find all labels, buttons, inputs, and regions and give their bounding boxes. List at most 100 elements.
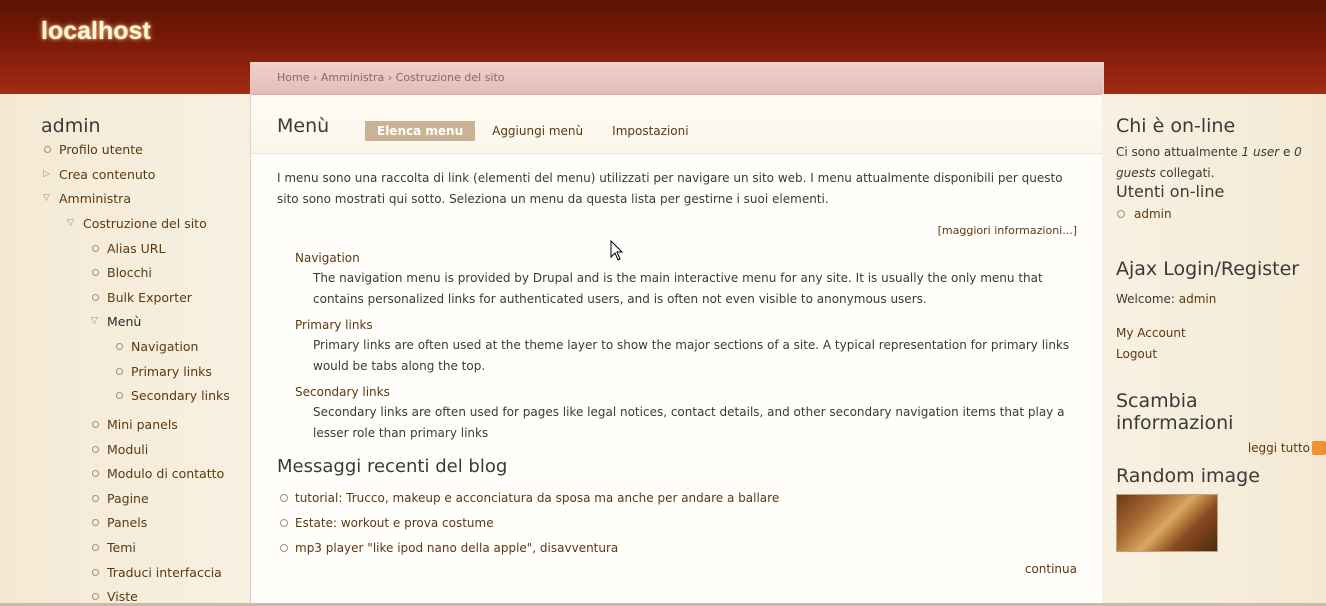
- blog-item: Estate: workout e prova costume: [277, 511, 779, 536]
- syndicate-block: Scambia informazioni leggi tutto: [1116, 390, 1326, 456]
- bullet-icon: [280, 494, 288, 502]
- welcome-user-link[interactable]: admin: [1179, 292, 1217, 306]
- page-title: Menù: [277, 115, 330, 137]
- online-text-mid: e: [1279, 145, 1295, 159]
- online-users-count: 1 user: [1241, 145, 1280, 159]
- sidebar-item-label[interactable]: Alias URL: [107, 241, 165, 256]
- leaf-bullet-icon: [116, 392, 123, 399]
- sidebar-item-label[interactable]: Moduli: [107, 442, 148, 457]
- leaf-bullet-icon: [92, 519, 99, 526]
- menu-description: The navigation menu is provided by Drupa…: [313, 271, 1043, 306]
- random-image-thumbnail[interactable]: [1116, 494, 1218, 552]
- leaf-bullet-icon: [92, 544, 99, 551]
- menu-description: Primary links are often used at the them…: [313, 338, 1070, 373]
- more-info-link[interactable]: [maggiori informazioni...]: [938, 224, 1077, 237]
- online-users-title: Utenti on-line: [1116, 182, 1225, 201]
- page-tabs: Elenca menu Aggiungi menù Impostazioni: [365, 121, 706, 141]
- leaf-bullet-icon: [92, 446, 99, 453]
- online-text: Ci sono attualmente 1 user e 0 guests co…: [1116, 142, 1311, 184]
- breadcrumb-costruzione[interactable]: Costruzione del sito: [396, 71, 505, 84]
- blog-heading: Messaggi recenti del blog: [277, 456, 508, 477]
- menu-item: Primary links Primary links are often us…: [295, 315, 1080, 377]
- bullet-icon: [280, 519, 288, 527]
- blog-link[interactable]: mp3 player "like ipod nano della apple",…: [295, 541, 618, 555]
- menu-link-navigation[interactable]: Navigation: [295, 248, 1080, 268]
- sidebar-item-label[interactable]: Secondary links: [131, 388, 230, 403]
- sidebar-item-label[interactable]: Navigation: [131, 339, 198, 354]
- sidebar-item-label[interactable]: Profilo utente: [59, 142, 143, 157]
- main-content: Home › Amministra › Costruzione del sito…: [250, 62, 1104, 606]
- blog-item: mp3 player "like ipod nano della apple",…: [277, 536, 779, 561]
- sidebar-item-label[interactable]: Bulk Exporter: [107, 290, 192, 305]
- ajax-login-block: Ajax Login/Register Welcome: admin My Ac…: [1116, 258, 1299, 365]
- sidebar-item[interactable]: Pagine: [92, 491, 149, 506]
- sidebar-item[interactable]: ▽ Costruzione del sito: [67, 216, 207, 231]
- sidebar-item-label[interactable]: Primary links: [131, 364, 212, 379]
- ajax-login-title: Ajax Login/Register: [1116, 258, 1300, 280]
- leaf-bullet-icon: [92, 269, 99, 276]
- sidebar-item-label[interactable]: Temi: [107, 540, 136, 555]
- sidebar-item[interactable]: Moduli: [92, 442, 148, 457]
- online-text-suffix: collegati.: [1155, 166, 1215, 180]
- leaf-bullet-icon: [116, 368, 123, 375]
- sidebar-item-label[interactable]: Pagine: [107, 491, 149, 506]
- sidebar-item-label[interactable]: Amministra: [59, 191, 131, 206]
- sidebar-item-label[interactable]: Mini panels: [107, 417, 178, 432]
- sidebar-item[interactable]: Profilo utente: [44, 142, 143, 157]
- sidebar-item[interactable]: Secondary links: [116, 388, 230, 403]
- blog-list: tutorial: Trucco, makeup e acconciatura …: [277, 486, 779, 561]
- sidebar-item-label[interactable]: Modulo di contatto: [107, 466, 224, 481]
- blog-item: tutorial: Trucco, makeup e acconciatura …: [277, 486, 779, 511]
- menu-list: Navigation The navigation menu is provid…: [295, 248, 1080, 449]
- sidebar-item[interactable]: Traduci interfaccia: [92, 565, 222, 580]
- sidebar-item[interactable]: Primary links: [116, 364, 212, 379]
- sidebar-item[interactable]: Viste: [92, 589, 138, 604]
- sidebar-item[interactable]: Panels: [92, 515, 147, 530]
- sidebar-item[interactable]: Modulo di contatto: [92, 466, 224, 481]
- breadcrumb-separator: ›: [312, 71, 318, 84]
- rss-feed-icon[interactable]: [1312, 440, 1326, 455]
- random-image-title: Random image: [1116, 465, 1260, 487]
- sidebar-item[interactable]: Navigation: [116, 339, 198, 354]
- menu-link-primary-links[interactable]: Primary links: [295, 315, 1080, 335]
- blog-link[interactable]: Estate: workout e prova costume: [295, 516, 494, 530]
- sidebar-item[interactable]: ▽ Menù: [91, 314, 141, 329]
- menu-item: Secondary links Secondary links are ofte…: [295, 382, 1080, 444]
- breadcrumb-home[interactable]: Home: [277, 71, 309, 84]
- leaf-bullet-icon: [92, 245, 99, 252]
- sidebar-item-label[interactable]: Panels: [107, 515, 147, 530]
- read-all-link[interactable]: leggi tutto: [1248, 441, 1310, 455]
- leaf-bullet-icon: [92, 569, 99, 576]
- sidebar-item[interactable]: Bulk Exporter: [92, 290, 192, 305]
- sidebar-item-label[interactable]: Menù: [107, 314, 141, 329]
- welcome-prefix: Welcome:: [1116, 292, 1179, 306]
- sidebar-item[interactable]: ▷ Crea contenuto: [43, 167, 155, 182]
- sidebar-item-label[interactable]: Blocchi: [107, 265, 152, 280]
- breadcrumb-amministra[interactable]: Amministra: [321, 71, 384, 84]
- sidebar-item[interactable]: Blocchi: [92, 265, 152, 280]
- title-row: Menù Elenca menu Aggiungi menù Impostazi…: [251, 95, 1103, 154]
- sidebar-item-label[interactable]: Viste: [107, 589, 138, 604]
- logout-link[interactable]: Logout: [1116, 347, 1157, 361]
- sidebar-item-label[interactable]: Costruzione del sito: [83, 216, 207, 231]
- tab-aggiungi-menu[interactable]: Aggiungi menù: [480, 121, 595, 141]
- tab-impostazioni[interactable]: Impostazioni: [600, 121, 700, 141]
- site-name-link[interactable]: localhost: [41, 17, 151, 46]
- sidebar-item[interactable]: Temi: [92, 540, 136, 555]
- sidebar-item[interactable]: Mini panels: [92, 417, 178, 432]
- leaf-bullet-icon: [92, 495, 99, 502]
- blog-link[interactable]: tutorial: Trucco, makeup e acconciatura …: [295, 491, 779, 505]
- sidebar-item-label[interactable]: Traduci interfaccia: [107, 565, 222, 580]
- bullet-icon: [280, 544, 288, 552]
- blog-more-link[interactable]: continua: [1025, 562, 1077, 576]
- online-user-link[interactable]: admin: [1134, 207, 1172, 221]
- sidebar-item-label[interactable]: Crea contenuto: [59, 167, 155, 182]
- my-account-link[interactable]: My Account: [1116, 326, 1186, 340]
- leaf-bullet-icon: [92, 593, 99, 600]
- breadcrumb-separator: ›: [387, 71, 393, 84]
- sidebar-item[interactable]: Alias URL: [92, 241, 165, 256]
- sidebar-item[interactable]: ▽ Amministra: [43, 191, 131, 206]
- menu-link-secondary-links[interactable]: Secondary links: [295, 382, 1080, 402]
- expanded-triangle-icon: ▽: [43, 193, 50, 203]
- tab-elenca-menu[interactable]: Elenca menu: [365, 121, 476, 141]
